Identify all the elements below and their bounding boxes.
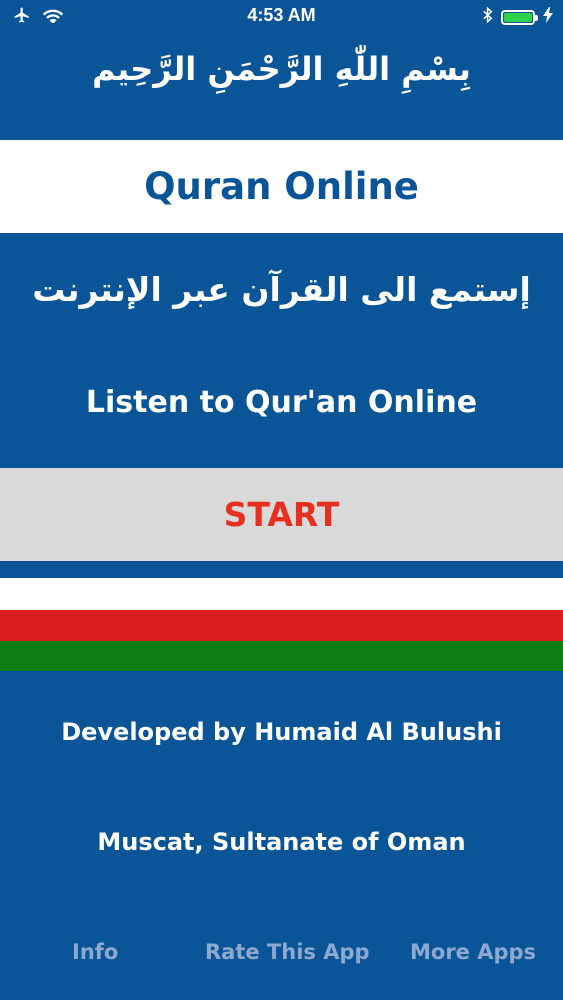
info-link[interactable]: Info [72,940,118,964]
arabic-subtitle: إستمع الى القرآن عبر الإنترنت [32,270,531,309]
bluetooth-icon [483,6,493,29]
basmala-header: بِسْمِ اللّٰهِ الرَّحْمَنِ الرَّحِيم [92,50,471,88]
charging-icon [543,7,553,28]
start-button-label: START [223,495,340,534]
more-apps-link[interactable]: More Apps [410,940,536,964]
flag-stripe-red [0,610,563,641]
status-bar: 4:53 AM [0,0,563,32]
rate-app-link[interactable]: Rate This App [205,940,370,964]
start-button[interactable]: START [0,468,563,561]
location-credit: Muscat, Sultanate of Oman [97,828,466,856]
developer-credit: Developed by Humaid Al Bulushi [61,718,502,746]
english-subtitle: Listen to Qur'an Online [85,385,478,420]
status-time: 4:53 AM [247,5,316,25]
app-title: Quran Online [144,165,419,208]
flag-stripe-white [0,578,563,610]
oman-flag-stripes [0,578,563,671]
battery-icon [501,10,538,25]
title-band: Quran Online [0,140,563,233]
battery-level-fill [504,13,532,22]
flag-stripe-green [0,641,563,671]
status-right [483,6,553,29]
bottom-link-bar: Info Rate This App More Apps [0,930,563,978]
